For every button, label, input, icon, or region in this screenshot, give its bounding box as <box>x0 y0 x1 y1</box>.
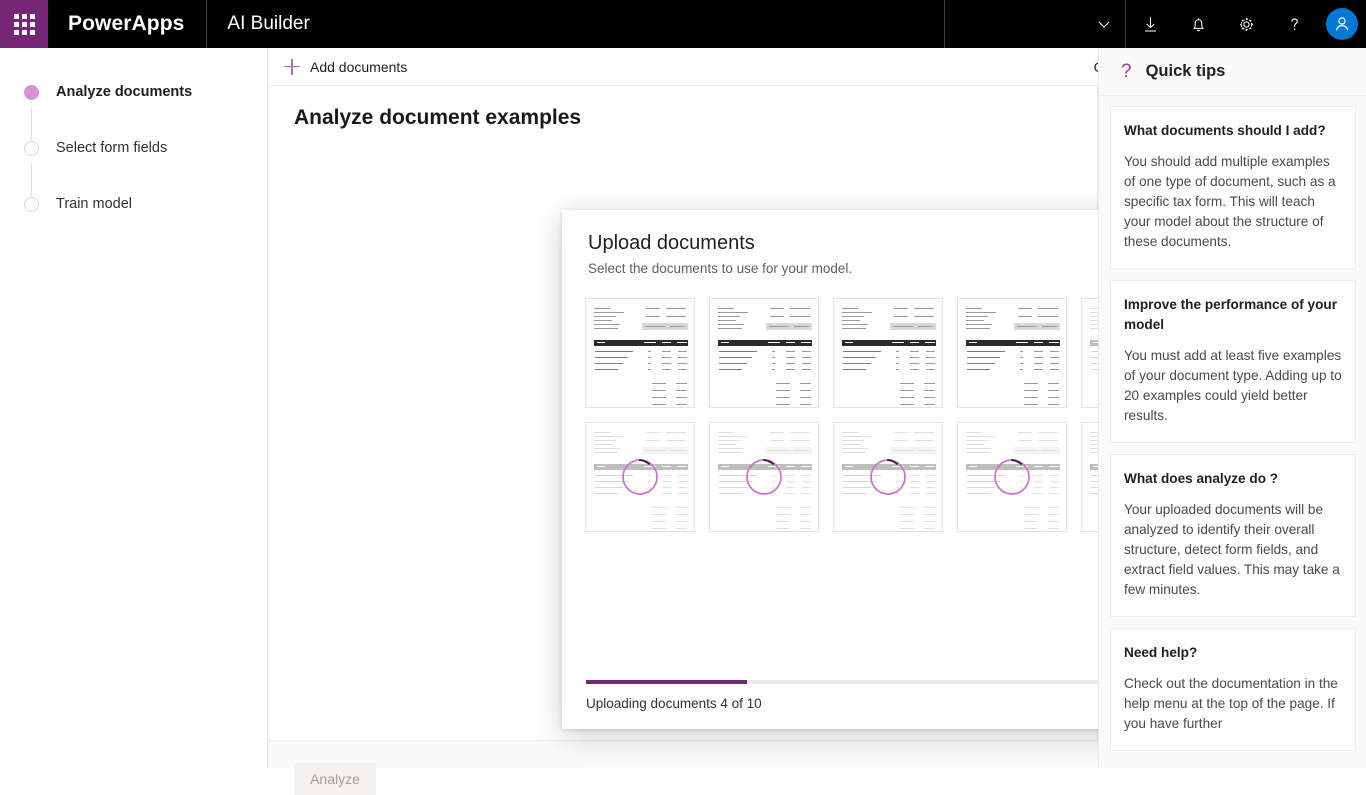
environment-picker[interactable] <box>945 0 1125 48</box>
tip-heading: What documents should I add? <box>1124 123 1326 138</box>
invoice-preview <box>586 299 694 407</box>
gear-icon[interactable] <box>1222 0 1270 48</box>
tip-heading: Improve the performance of your model <box>1124 297 1338 332</box>
quick-tips-header: ? Quick tips <box>1099 48 1366 96</box>
loading-spinner-icon <box>620 457 660 497</box>
avatar <box>1326 8 1358 40</box>
download-icon[interactable] <box>1126 0 1174 48</box>
tip-body: You should add multiple examples of one … <box>1124 153 1336 250</box>
invoice-preview <box>834 299 942 407</box>
question-mark-icon: ? <box>1121 61 1132 82</box>
account-button[interactable] <box>1318 0 1366 48</box>
document-thumbnail[interactable] <box>709 422 819 532</box>
stepper-rail: Analyze documents Select form fields Tra… <box>0 48 268 768</box>
tip-card: What does analyze do ? Your uploaded docu… <box>1110 454 1356 618</box>
loading-spinner-icon <box>744 457 784 497</box>
step-label: Train model <box>56 196 133 212</box>
tip-card: Need help? Check out the documentation in… <box>1110 628 1356 752</box>
tip-card: What documents should I add? You should a… <box>1110 106 1356 270</box>
loading-spinner-icon <box>868 457 908 497</box>
document-thumbnail[interactable] <box>957 422 1067 532</box>
upload-progress-text: Uploading documents 4 of 10 <box>586 696 762 711</box>
quick-tips-list: What documents should I add? You should a… <box>1110 106 1356 762</box>
document-thumbnail[interactable] <box>957 298 1067 408</box>
tip-body: Check out the documentation in the help … <box>1124 676 1338 732</box>
add-documents-label: Add documents <box>310 58 408 75</box>
app-name-ai-builder[interactable]: AI Builder <box>207 0 329 48</box>
tip-card: Improve the performance of your model You… <box>1110 280 1356 444</box>
invoice-preview <box>710 299 818 407</box>
document-thumbnail[interactable] <box>833 298 943 408</box>
invoice-preview <box>958 299 1066 407</box>
suite-bar: PowerApps AI Builder <box>0 0 1366 48</box>
sidebar-item-analyze-documents[interactable]: Analyze documents <box>0 76 268 108</box>
loading-spinner-icon <box>992 457 1032 497</box>
step-dot-icon <box>24 140 39 156</box>
tip-heading: Need help? <box>1124 645 1198 661</box>
tip-body: Your uploaded documents will be analyzed… <box>1124 501 1340 598</box>
quick-tips-panel: ? Quick tips What documents should I add… <box>1098 48 1366 768</box>
step-dot-active-icon <box>24 84 39 100</box>
chevron-down-icon <box>1097 17 1111 31</box>
upload-progress-fill <box>586 680 748 684</box>
document-thumbnail[interactable] <box>833 422 943 532</box>
document-thumbnail[interactable] <box>709 298 819 408</box>
help-icon[interactable] <box>1270 0 1318 48</box>
dialog-title: Upload documents <box>588 232 755 254</box>
step-label: Select form fields <box>56 140 168 156</box>
tip-body: You must add at least five examples of y… <box>1124 347 1342 423</box>
document-thumbnail[interactable] <box>585 422 695 532</box>
app-launcher-button[interactable] <box>0 0 48 48</box>
sidebar-item-train-model[interactable]: Train model <box>0 188 268 220</box>
sidebar-item-select-form-fields[interactable]: Select form fields <box>0 132 268 164</box>
quick-tips-title: Quick tips <box>1145 62 1226 80</box>
brand-powerapps[interactable]: PowerApps <box>48 0 206 48</box>
tip-heading: What does analyze do ? <box>1124 471 1279 487</box>
add-documents-button[interactable]: Add documents <box>268 48 417 86</box>
plus-icon <box>284 58 300 75</box>
bell-icon[interactable] <box>1174 0 1222 48</box>
suitebar-icons <box>1126 0 1366 48</box>
waffle-icon <box>13 13 35 35</box>
dialog-subtitle: Select the documents to use for your mod… <box>588 261 853 276</box>
document-thumbnail[interactable] <box>585 298 695 408</box>
step-label: Analyze documents <box>56 84 193 100</box>
step-dot-icon <box>24 196 39 212</box>
